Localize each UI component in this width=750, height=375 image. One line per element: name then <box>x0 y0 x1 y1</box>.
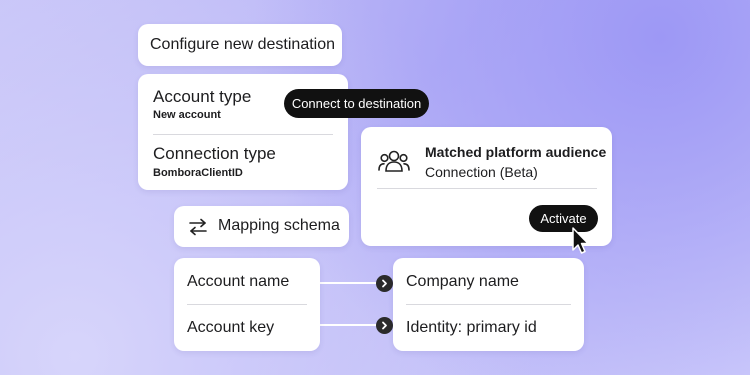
connect-to-destination-button[interactable]: Connect to destination <box>284 89 429 118</box>
audience-card-divider <box>377 188 597 189</box>
mapping-connector-line <box>320 282 382 284</box>
mapping-target-row: Identity: primary id <box>406 319 537 336</box>
connection-type-label: Connection type <box>153 144 276 163</box>
map-arrow-button[interactable] <box>376 317 393 334</box>
chevron-right-icon <box>382 279 387 288</box>
account-type-value: New account <box>153 109 221 121</box>
users-icon <box>377 147 411 175</box>
account-card-divider <box>153 134 333 135</box>
mapping-source-row: Account key <box>187 319 275 336</box>
matched-audience-subtitle: Connection (Beta) <box>425 164 538 180</box>
mapping-connector-line <box>320 324 382 326</box>
mapping-source-divider <box>187 304 307 305</box>
configure-destination-title: Configure new destination <box>150 36 336 53</box>
mapping-schema-card[interactable]: Mapping schema <box>174 206 349 247</box>
swap-arrows-icon <box>188 218 208 236</box>
map-arrow-button[interactable] <box>376 275 393 292</box>
mapping-schema-label: Mapping schema <box>218 217 340 234</box>
account-type-label: Account type <box>153 87 252 106</box>
mapping-target-card: Company name Identity: primary id <box>393 258 584 351</box>
connection-type-value: BomboraClientID <box>153 167 243 179</box>
mapping-target-row: Company name <box>406 273 519 290</box>
matched-audience-title: Matched platform audience <box>425 144 607 160</box>
mapping-source-row: Account name <box>187 273 290 290</box>
mapping-target-divider <box>406 304 571 305</box>
configure-destination-card: Configure new destination <box>138 24 342 66</box>
cursor-icon <box>571 226 591 256</box>
mapping-source-card: Account name Account key <box>174 258 320 351</box>
chevron-right-icon <box>382 321 387 330</box>
